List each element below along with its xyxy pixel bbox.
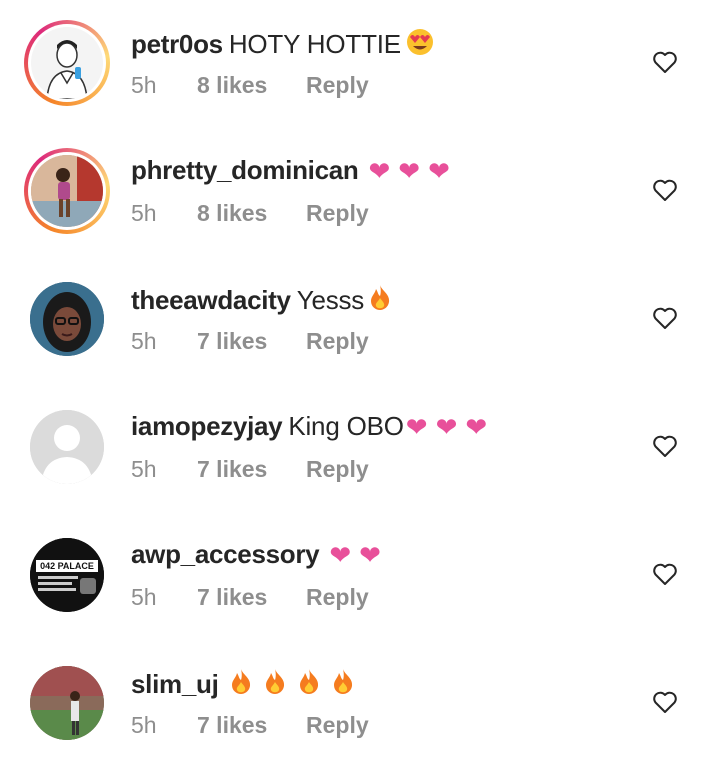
avatar[interactable] xyxy=(24,148,110,234)
username[interactable]: iamopezyjay xyxy=(131,411,283,442)
avatar[interactable] xyxy=(24,404,110,490)
avatar[interactable] xyxy=(24,20,110,106)
heart-eyes-emoji xyxy=(405,27,435,62)
comment-text: slim_uj xyxy=(131,667,355,702)
fire-emoji xyxy=(368,283,392,318)
reply-button[interactable]: Reply xyxy=(306,200,369,227)
timestamp: 5h xyxy=(131,712,157,738)
username[interactable]: theeawdacity xyxy=(131,285,291,316)
heart-outline-icon[interactable] xyxy=(652,434,678,458)
likes-count[interactable]: 7 likes xyxy=(197,712,306,739)
heart-emoji: ❤ xyxy=(465,411,488,442)
timestamp: 5h xyxy=(131,328,157,354)
reply-button[interactable]: Reply xyxy=(306,72,369,99)
likes-count[interactable]: 7 likes xyxy=(197,328,306,355)
username[interactable]: petr0os xyxy=(131,29,223,60)
heart-outline-icon[interactable] xyxy=(652,50,678,74)
comment-meta: 5h 7 likes Reply xyxy=(131,456,369,483)
comment-text: phretty_dominican ❤ ❤ ❤ xyxy=(131,155,450,186)
avatar[interactable]: 042 PALACE xyxy=(24,532,110,618)
logo-text: 042 PALACE xyxy=(40,561,94,571)
heart-outline-icon[interactable] xyxy=(652,690,678,714)
comment-message: HOTY HOTTIE xyxy=(228,29,401,59)
reply-button[interactable]: Reply xyxy=(306,328,369,355)
reply-button[interactable]: Reply xyxy=(306,712,369,739)
fire-emoji xyxy=(297,667,321,702)
comment-item: iamopezyjay King OBO ❤ ❤ ❤ 5h 7 likes Re… xyxy=(0,384,720,512)
fire-emoji xyxy=(229,667,253,702)
reply-button[interactable]: Reply xyxy=(306,456,369,483)
comment-text: petr0os HOTY HOTTIE xyxy=(131,27,435,62)
comment-message: King OBO xyxy=(288,411,404,441)
heart-emoji: ❤ xyxy=(359,539,381,570)
comment-item: theeawdacity Yesss 5h 7 likes Reply xyxy=(0,256,720,384)
heart-emoji: ❤ xyxy=(398,155,421,186)
avatar[interactable] xyxy=(24,276,110,362)
avatar[interactable] xyxy=(24,660,110,746)
username[interactable]: slim_uj xyxy=(131,669,219,700)
comment-meta: 5h 7 likes Reply xyxy=(131,584,369,611)
likes-count[interactable]: 7 likes xyxy=(197,456,306,483)
comment-message: Yesss xyxy=(296,285,365,315)
heart-emoji: ❤ xyxy=(329,539,352,570)
username[interactable]: awp_accessory xyxy=(131,539,320,570)
comment-item: petr0os HOTY HOTTIE 5h 8 likes Reply xyxy=(0,0,720,128)
comment-text: iamopezyjay King OBO ❤ ❤ ❤ xyxy=(131,411,487,442)
timestamp: 5h xyxy=(131,72,157,98)
fire-emoji xyxy=(263,667,287,702)
comment-meta: 5h 8 likes Reply xyxy=(131,72,369,99)
username[interactable]: phretty_dominican xyxy=(131,155,359,186)
heart-outline-icon[interactable] xyxy=(652,178,678,202)
comment-text: awp_accessory ❤ ❤ xyxy=(131,539,381,570)
timestamp: 5h xyxy=(131,584,157,610)
reply-button[interactable]: Reply xyxy=(306,584,369,611)
heart-emoji: ❤ xyxy=(368,155,391,186)
heart-outline-icon[interactable] xyxy=(652,306,678,330)
heart-emoji: ❤ xyxy=(405,411,428,442)
heart-outline-icon[interactable] xyxy=(652,562,678,586)
comment-meta: 5h 7 likes Reply xyxy=(131,328,369,355)
likes-count[interactable]: 7 likes xyxy=(197,584,306,611)
heart-emoji: ❤ xyxy=(428,155,450,186)
comment-item: 042 PALACE awp_accessory ❤ ❤ 5h 7 likes … xyxy=(0,512,720,640)
comment-meta: 5h 7 likes Reply xyxy=(131,712,369,739)
heart-emoji: ❤ xyxy=(435,411,458,442)
timestamp: 5h xyxy=(131,200,157,226)
comment-meta: 5h 8 likes Reply xyxy=(131,200,369,227)
likes-count[interactable]: 8 likes xyxy=(197,72,306,99)
comment-text: theeawdacity Yesss xyxy=(131,283,392,318)
comment-item: phretty_dominican ❤ ❤ ❤ 5h 8 likes Reply xyxy=(0,128,720,256)
fire-emoji xyxy=(331,667,355,702)
timestamp: 5h xyxy=(131,456,157,482)
likes-count[interactable]: 8 likes xyxy=(197,200,306,227)
